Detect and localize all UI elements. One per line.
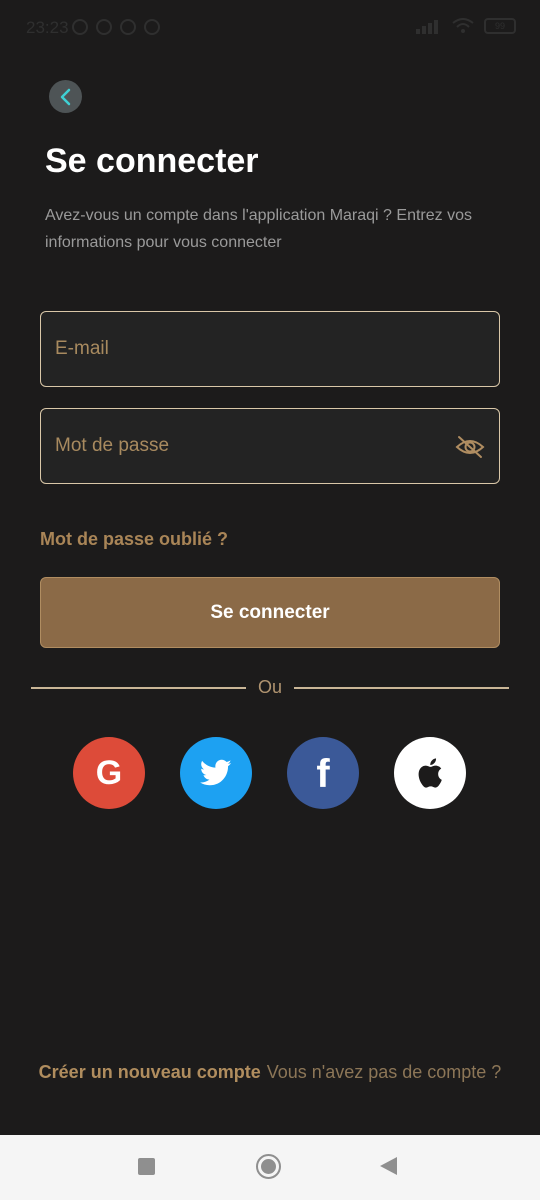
email-field-container: [40, 311, 500, 387]
app-icon: [120, 19, 136, 35]
page-title: Se connecter: [45, 142, 259, 180]
eye-off-icon[interactable]: [455, 435, 485, 459]
facebook-login-button[interactable]: f: [287, 737, 359, 809]
email-field[interactable]: [41, 312, 499, 386]
or-divider: Ou: [31, 677, 509, 699]
recents-icon[interactable]: [138, 1158, 155, 1175]
status-time: 23:23: [26, 18, 69, 37]
facebook-icon: f: [316, 751, 330, 796]
google-login-button[interactable]: G: [73, 737, 145, 809]
page-subtitle: Avez-vous un compte dans l'application M…: [45, 207, 472, 251]
apple-login-button[interactable]: [394, 737, 466, 809]
signal-icon: [416, 18, 442, 34]
chevron-left-icon: [60, 88, 70, 105]
divider-label: Ou: [257, 677, 282, 697]
back-triangle-icon[interactable]: [380, 1157, 397, 1175]
apple-icon: [418, 758, 442, 788]
no-account-text: Vous n'avez pas de compte ?: [266, 1061, 502, 1082]
footer: Créer un nouveau compte Vous n'avez pas …: [0, 1057, 540, 1087]
status-notification-icons: [72, 19, 160, 35]
google-icon: G: [95, 753, 123, 792]
divider-line-left: [31, 687, 246, 689]
create-account-link[interactable]: Créer un nouveau compte: [39, 1062, 261, 1083]
login-button[interactable]: Se connecter: [40, 577, 500, 648]
back-button[interactable]: [49, 80, 82, 113]
twitter-icon: [200, 759, 232, 786]
home-icon[interactable]: [256, 1154, 281, 1179]
twitter-login-button[interactable]: [180, 737, 252, 809]
divider-line-right: [294, 687, 509, 689]
forgot-password-link[interactable]: Mot de passe oublié ?: [40, 529, 228, 550]
battery-icon: 99: [484, 18, 516, 34]
telegram-icon: [144, 19, 160, 35]
password-field[interactable]: [41, 409, 499, 483]
status-system-icons: 99: [416, 18, 516, 34]
silent-icon: [72, 19, 88, 35]
status-bar: 23:23 99: [0, 0, 540, 60]
alarm-icon: [96, 19, 112, 35]
system-nav-bar: [0, 1135, 540, 1200]
password-field-container: [40, 408, 500, 484]
wifi-icon: [452, 18, 474, 33]
